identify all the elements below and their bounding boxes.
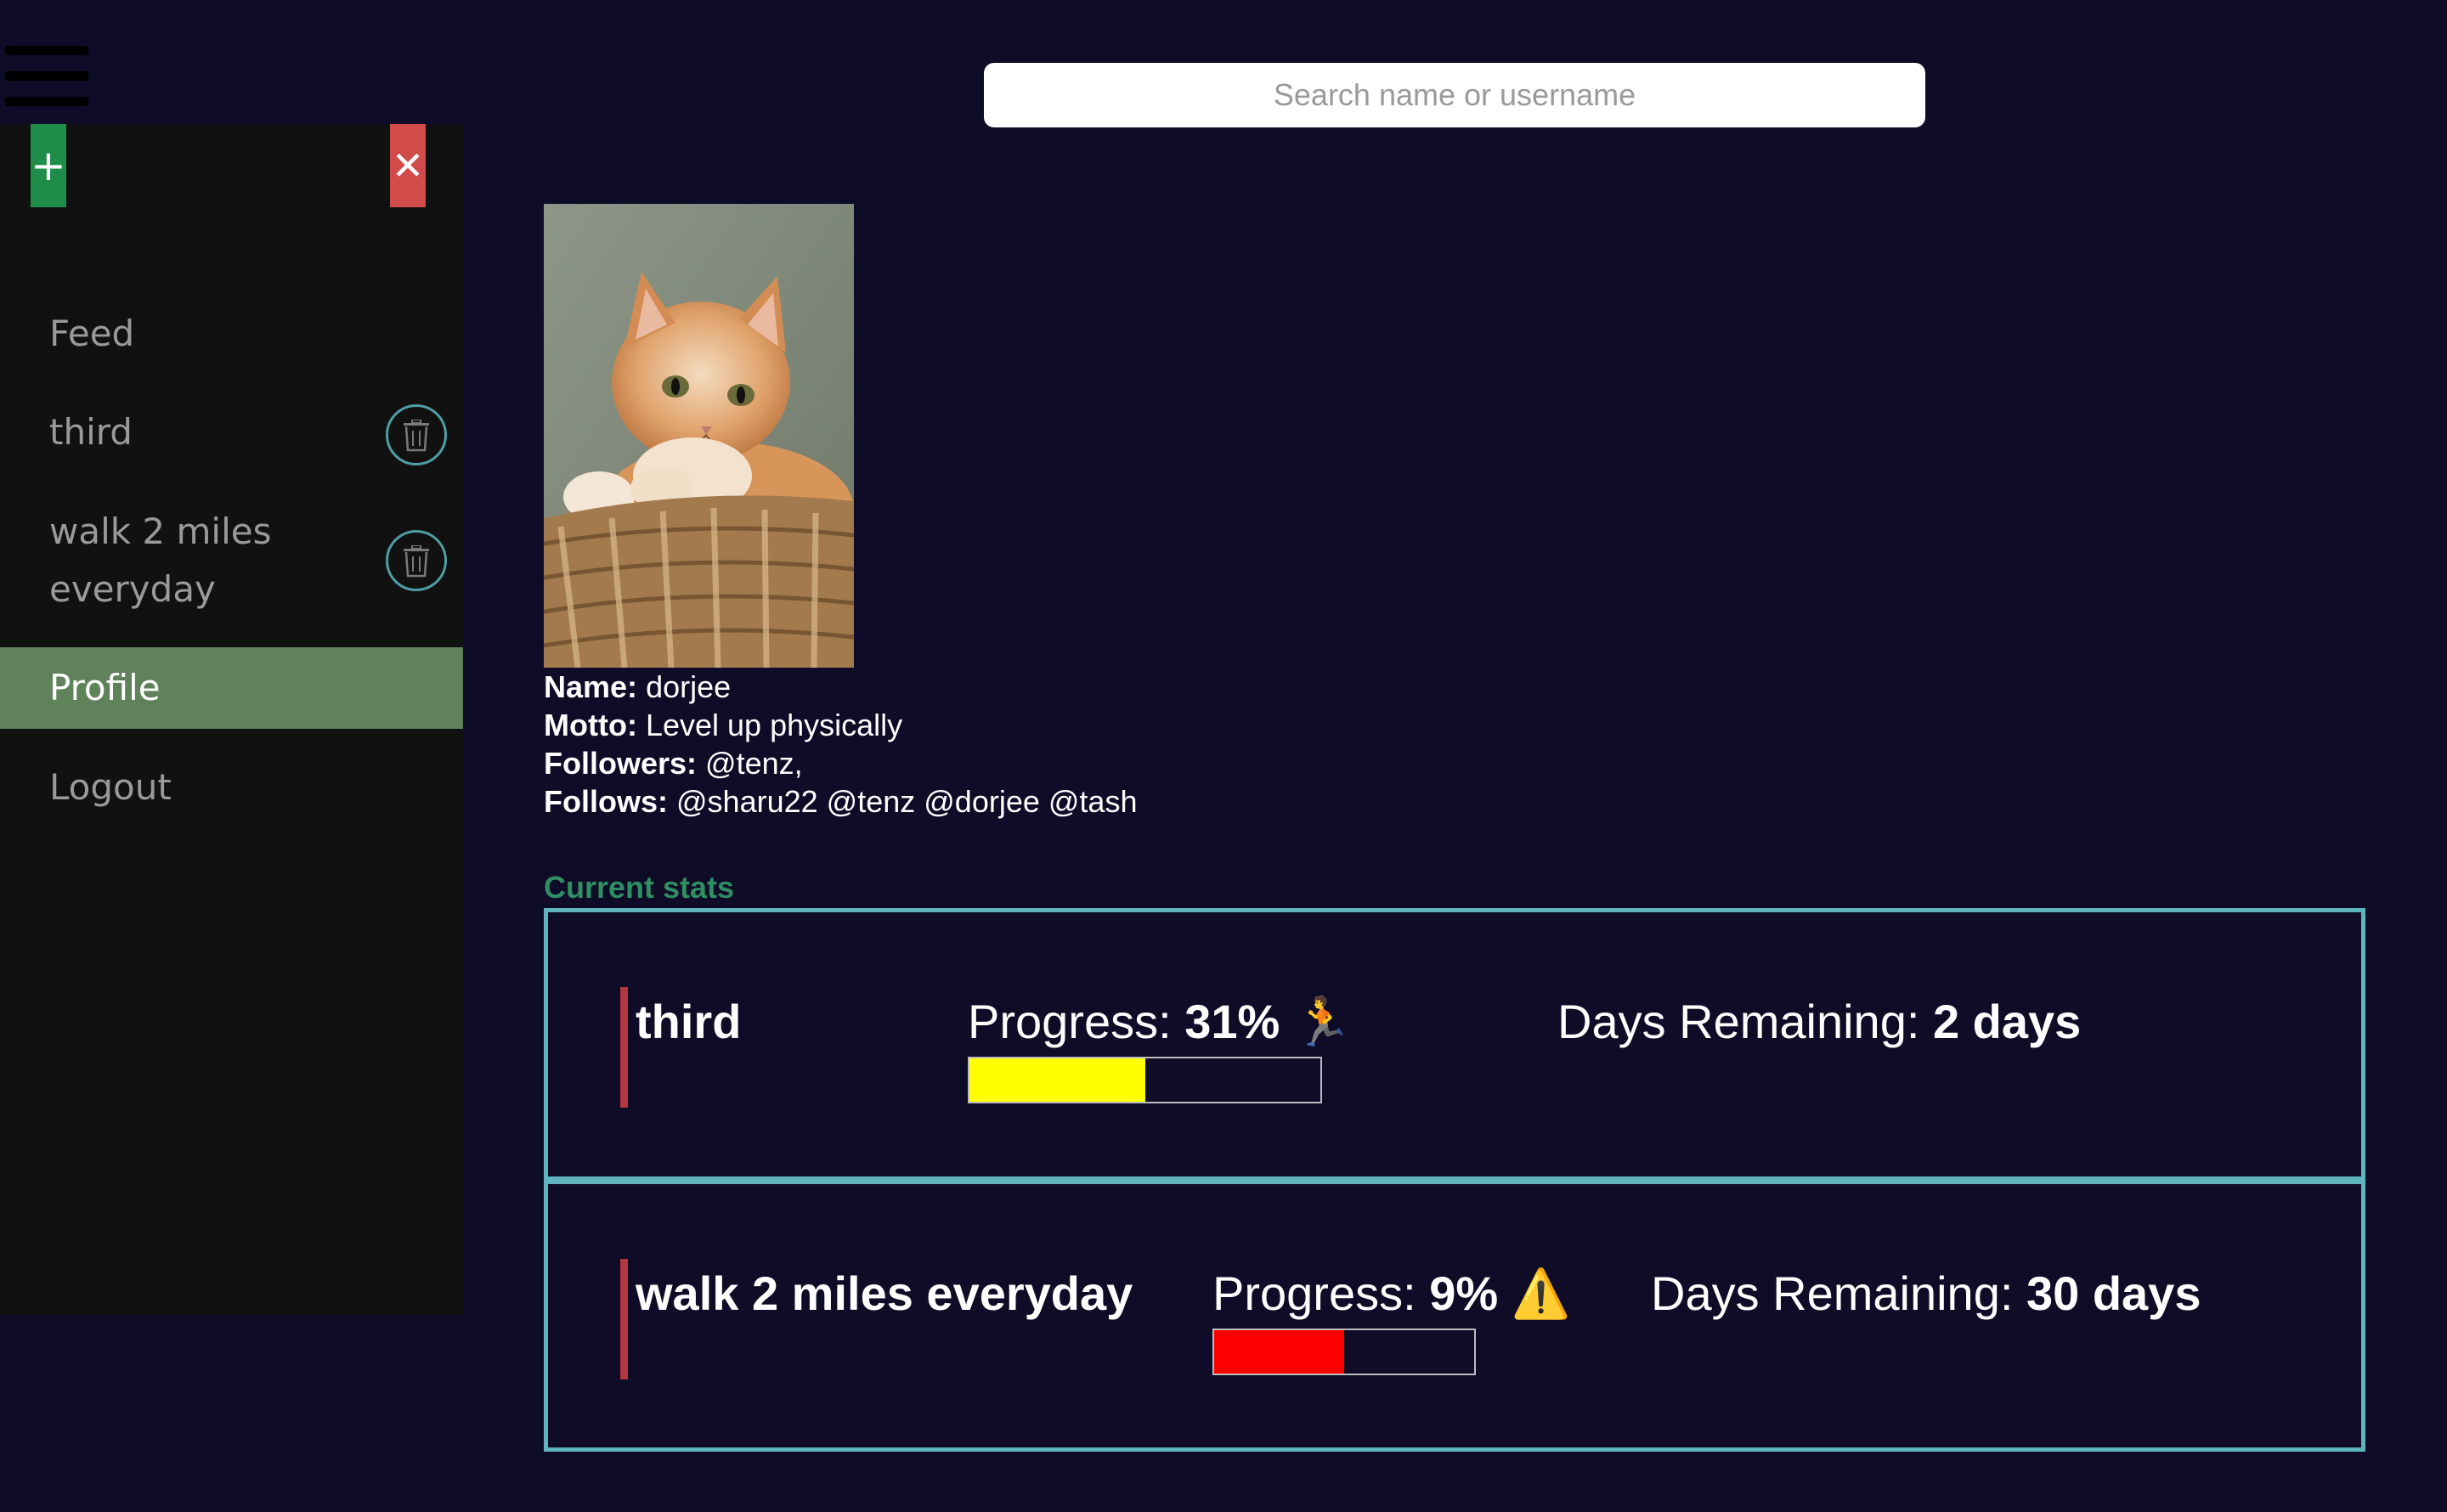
sidebar-item-logout[interactable]: Logout — [0, 756, 463, 819]
delete-goal-walk-trash-icon[interactable] — [386, 530, 447, 591]
days-label: Days Remaining: — [1557, 995, 1920, 1048]
goal-card-third: third Progress: 31% 🏃 Days Remaining: 2 … — [548, 912, 2361, 1176]
close-sidebar-button[interactable]: ✕ — [390, 124, 426, 207]
goal-days-remaining: Days Remaining: 30 days — [1651, 1266, 2201, 1321]
profile-name-line: Name: dorjee — [544, 668, 1137, 706]
hamburger-menu-icon[interactable] — [5, 44, 88, 110]
goal-progress-text: Progress: 31% 🏃 — [968, 994, 1353, 1050]
search-input[interactable] — [984, 63, 1925, 127]
warning-icon: ⚠️ — [1511, 1267, 1571, 1320]
progress-bar-fill — [969, 1058, 1145, 1102]
profile-info: Name: dorjee Motto: Level up physically … — [544, 668, 1137, 821]
sidebar-item-profile[interactable]: Profile — [0, 647, 463, 729]
sidebar: + ✕ Feed third walk 2 miles everyday Pro… — [0, 124, 463, 1315]
progress-bar — [968, 1057, 1322, 1103]
sidebar-item-label: Feed — [49, 313, 135, 354]
goal-accent-bar — [620, 1259, 628, 1379]
goal-progress-text: Progress: 9% ⚠️ — [1212, 1266, 1570, 1322]
motto-label: Motto: — [544, 708, 637, 742]
running-icon: 🏃 — [1292, 995, 1353, 1048]
goal-card-walk-2-miles-everyday: walk 2 miles everyday Progress: 9% ⚠️ Da… — [548, 1184, 2361, 1448]
days-label: Days Remaining: — [1651, 1267, 2014, 1320]
profile-followers-line: Followers: @tenz, — [544, 744, 1137, 782]
hamburger-line — [5, 71, 88, 81]
cat-photo — [544, 204, 854, 668]
profile-follows-line: Follows: @sharu22 @tenz @dorjee @tash — [544, 782, 1137, 821]
current-stats-heading: Current stats — [544, 870, 735, 905]
profile-avatar — [544, 204, 854, 668]
follows-label: Follows: — [544, 784, 668, 819]
sidebar-item-label: walk 2 miles everyday — [49, 511, 272, 610]
goal-accent-bar — [620, 987, 628, 1108]
followers-value: @tenz, — [705, 746, 803, 781]
name-label: Name: — [544, 669, 638, 704]
progress-label: Progress: — [968, 995, 1172, 1048]
sidebar-item-label: Profile — [49, 667, 161, 708]
days-value: 30 days — [2026, 1267, 2201, 1320]
hamburger-line — [5, 46, 88, 55]
delete-goal-third-trash-icon[interactable] — [386, 404, 447, 465]
goal-name: walk 2 miles everyday — [636, 1267, 1133, 1320]
stats-divider — [548, 1176, 2361, 1184]
hamburger-line — [5, 97, 88, 106]
sidebar-item-feed[interactable]: Feed — [0, 302, 463, 365]
trash-icon — [404, 545, 429, 578]
progress-bar-fill — [1214, 1330, 1344, 1374]
name-value: dorjee — [646, 669, 732, 704]
sidebar-item-label: Logout — [49, 766, 172, 808]
progress-value: 9% — [1429, 1267, 1499, 1320]
profile-motto-line: Motto: Level up physically — [544, 706, 1137, 744]
days-value: 2 days — [1932, 995, 2082, 1048]
add-goal-button[interactable]: + — [31, 124, 66, 207]
motto-value: Level up physically — [645, 708, 903, 742]
progress-bar — [1212, 1329, 1476, 1375]
trash-icon — [404, 420, 429, 452]
followers-label: Followers: — [544, 746, 698, 781]
progress-label: Progress: — [1212, 1267, 1416, 1320]
goal-name: third — [636, 995, 742, 1048]
follows-value: @sharu22 @tenz @dorjee @tash — [676, 784, 1138, 819]
current-stats-panel: third Progress: 31% 🏃 Days Remaining: 2 … — [544, 908, 2365, 1452]
goal-days-remaining: Days Remaining: 2 days — [1557, 994, 2081, 1049]
progress-value: 31% — [1184, 995, 1280, 1048]
